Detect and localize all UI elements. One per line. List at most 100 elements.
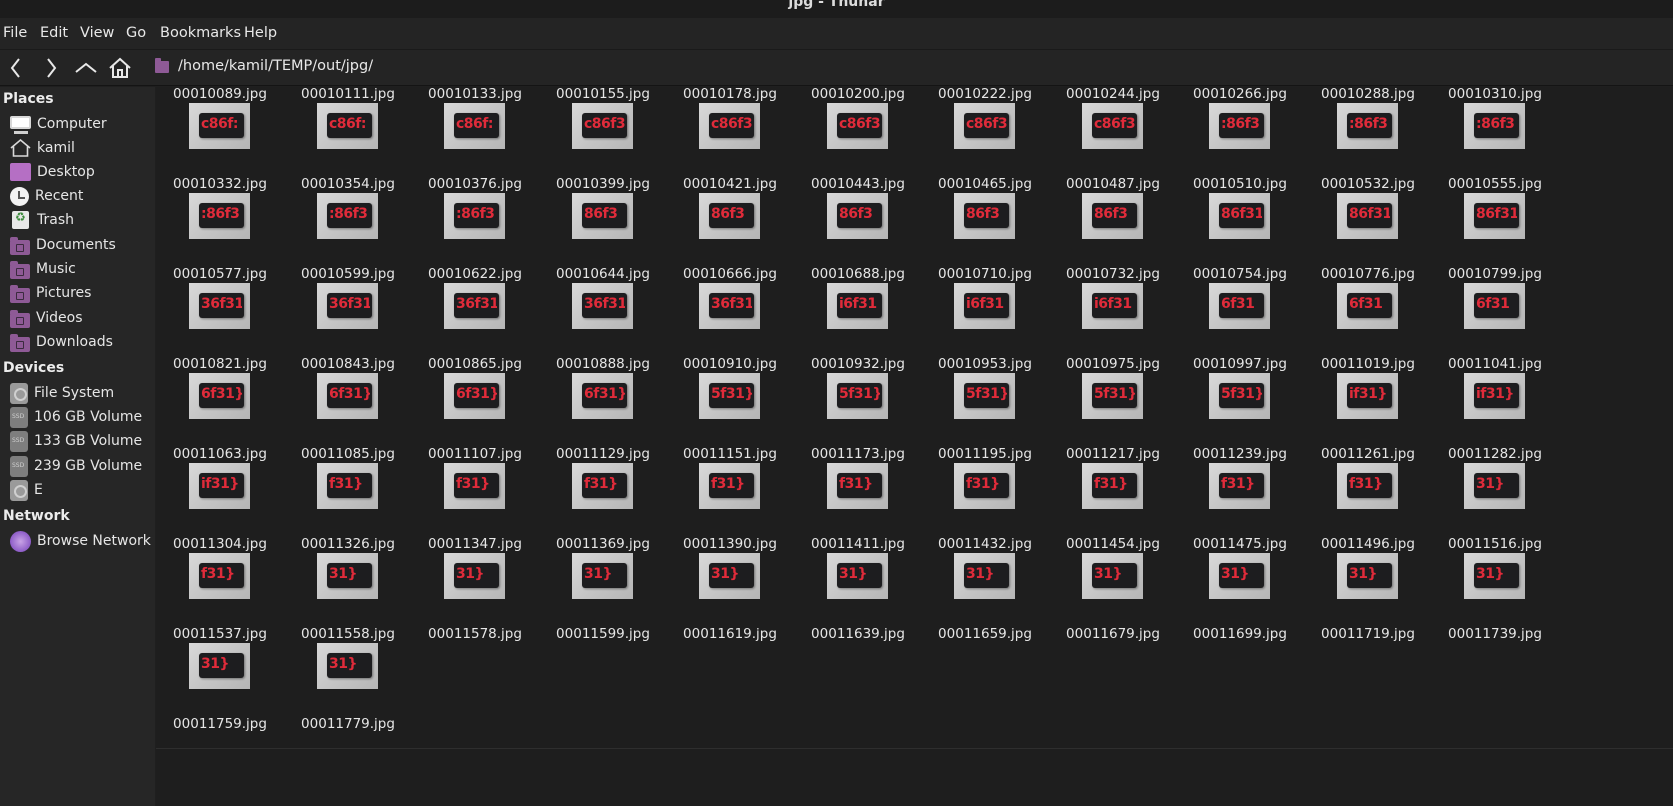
file-item[interactable]: 5f31} 00011239.jpg (1176, 370, 1304, 462)
sidebar-item-videos[interactable]: Videos (10, 307, 150, 329)
file-item[interactable]: 86f31 00010799.jpg (1431, 190, 1559, 282)
file-item[interactable]: 86f31 00010776.jpg (1304, 190, 1432, 282)
file-item[interactable]: if31} 00011261.jpg (1304, 370, 1432, 462)
menu-view[interactable]: View (80, 25, 114, 41)
file-item[interactable]: if31} 00011304.jpg (156, 460, 284, 552)
file-item[interactable]: 31} 00011679.jpg (1049, 550, 1177, 642)
file-item[interactable]: 6f31 00010997.jpg (1176, 280, 1304, 372)
forward-button[interactable] (37, 54, 65, 82)
sidebar-item-documents[interactable]: Documents (10, 234, 150, 256)
file-item[interactable]: f31} 00011496.jpg (1304, 460, 1432, 552)
back-button[interactable] (2, 54, 30, 82)
file-item[interactable]: 86f31 00010754.jpg (1176, 190, 1304, 282)
file-item[interactable]: f31} 00011432.jpg (921, 460, 1049, 552)
sidebar-item-browse-network[interactable]: Browse Network (10, 530, 151, 552)
sidebar-item-file-system[interactable]: File System (10, 382, 150, 404)
file-item[interactable]: 00010089.jpg (156, 87, 284, 102)
file-item[interactable]: 00010155.jpg (539, 87, 667, 102)
file-item[interactable]: 86f3 00010688.jpg (794, 190, 922, 282)
file-item[interactable]: if31} 00011282.jpg (1431, 370, 1559, 462)
file-item[interactable]: c86f3 00010421.jpg (666, 100, 794, 192)
sidebar-item-pictures[interactable]: Pictures (10, 282, 150, 304)
file-item[interactable]: :86f3 00010510.jpg (1176, 100, 1304, 192)
sidebar-item-music[interactable]: Music (10, 258, 150, 280)
file-item[interactable]: f31} 00011390.jpg (666, 460, 794, 552)
file-item[interactable]: :86f3 00010577.jpg (156, 190, 284, 282)
file-item[interactable]: f31} 00011326.jpg (284, 460, 412, 552)
file-item[interactable]: 31} 00011516.jpg (1431, 460, 1559, 552)
file-item[interactable]: i6f31 00010932.jpg (794, 280, 922, 372)
sidebar-item-home[interactable]: kamil (10, 137, 150, 159)
file-item[interactable]: 36f31 00010843.jpg (284, 280, 412, 372)
up-button[interactable] (72, 54, 100, 82)
file-item[interactable]: 5f31} 00011173.jpg (794, 370, 922, 462)
file-item[interactable]: 36f31 00010865.jpg (411, 280, 539, 372)
file-item[interactable]: c86f3 00010399.jpg (539, 100, 667, 192)
file-item[interactable]: 86f3 00010644.jpg (539, 190, 667, 282)
file-item[interactable]: 31} 00011719.jpg (1304, 550, 1432, 642)
file-item[interactable]: 6f31} 00011085.jpg (284, 370, 412, 462)
sidebar-item-downloads[interactable]: Downloads (10, 331, 150, 353)
file-item[interactable]: 86f3 00010732.jpg (1049, 190, 1177, 282)
file-item[interactable]: 31} 00011739.jpg (1431, 550, 1559, 642)
file-item[interactable]: 36f31 00010910.jpg (666, 280, 794, 372)
file-item[interactable]: 00010310.jpg (1431, 87, 1559, 102)
file-item[interactable]: 6f31} 00011129.jpg (539, 370, 667, 462)
menu-go[interactable]: Go (126, 25, 146, 41)
file-item[interactable]: c86f: 00010354.jpg (284, 100, 412, 192)
file-item[interactable]: 00010178.jpg (666, 87, 794, 102)
file-item[interactable]: c86f3 00010443.jpg (794, 100, 922, 192)
file-item[interactable]: 00010133.jpg (411, 87, 539, 102)
file-item[interactable]: 00010266.jpg (1176, 87, 1304, 102)
sidebar-item-106gb-volume[interactable]: 106 GB Volume (10, 406, 150, 428)
file-item[interactable]: 31} 00011578.jpg (411, 550, 539, 642)
file-item[interactable]: 36f31 00010888.jpg (539, 280, 667, 372)
file-item[interactable]: 6f31 00011041.jpg (1431, 280, 1559, 372)
sidebar-item-239gb-volume[interactable]: 239 GB Volume (10, 455, 150, 477)
location-path[interactable]: /home/kamil/TEMP/out/jpg/ (178, 58, 373, 74)
file-item[interactable]: :86f3 00010622.jpg (411, 190, 539, 282)
file-item[interactable]: 36f31 00010821.jpg (156, 280, 284, 372)
file-item[interactable]: 31} 00011619.jpg (666, 550, 794, 642)
menu-bookmarks[interactable]: Bookmarks (160, 25, 241, 41)
file-item[interactable]: 31} 00011779.jpg (284, 640, 412, 732)
file-item[interactable]: :86f3 00010599.jpg (284, 190, 412, 282)
file-view[interactable]: 00010089.jpg 00010111.jpg 00010133.jpg 0001… (156, 87, 1673, 748)
file-item[interactable]: 86f3 00010666.jpg (666, 190, 794, 282)
file-item[interactable]: 31} 00011759.jpg (156, 640, 284, 732)
file-item[interactable]: i6f31 00010975.jpg (1049, 280, 1177, 372)
sidebar-item-computer[interactable]: Computer (10, 113, 150, 135)
file-item[interactable]: :86f3 00010532.jpg (1304, 100, 1432, 192)
file-item[interactable]: f31} 00011411.jpg (794, 460, 922, 552)
file-item[interactable]: i6f31 00010953.jpg (921, 280, 1049, 372)
file-item[interactable]: f31} 00011369.jpg (539, 460, 667, 552)
file-item[interactable]: 31} 00011558.jpg (284, 550, 412, 642)
file-item[interactable]: f31} 00011537.jpg (156, 550, 284, 642)
file-item[interactable]: f31} 00011475.jpg (1176, 460, 1304, 552)
sidebar-item-desktop[interactable]: Desktop (10, 161, 150, 183)
file-item[interactable]: f31} 00011347.jpg (411, 460, 539, 552)
file-item[interactable]: f31} 00011454.jpg (1049, 460, 1177, 552)
menu-file[interactable]: File (3, 25, 27, 41)
sidebar-item-recent[interactable]: Recent (10, 185, 150, 207)
file-item[interactable]: 6f31 00011019.jpg (1304, 280, 1432, 372)
file-item[interactable]: 5f31} 00011217.jpg (1049, 370, 1177, 462)
file-item[interactable]: 5f31} 00011151.jpg (666, 370, 794, 462)
file-item[interactable]: 86f3 00010710.jpg (921, 190, 1049, 282)
file-item[interactable]: 00010222.jpg (921, 87, 1049, 102)
file-item[interactable]: 5f31} 00011195.jpg (921, 370, 1049, 462)
sidebar-item-133gb-volume[interactable]: 133 GB Volume (10, 430, 150, 452)
file-item[interactable]: 00010244.jpg (1049, 87, 1177, 102)
home-button[interactable] (106, 54, 134, 82)
file-item[interactable]: 31} 00011599.jpg (539, 550, 667, 642)
sidebar-item-e[interactable]: E (10, 479, 150, 501)
file-item[interactable]: c86f3 00010465.jpg (921, 100, 1049, 192)
file-item[interactable]: :86f3 00010555.jpg (1431, 100, 1559, 192)
menu-edit[interactable]: Edit (40, 25, 68, 41)
location-bar[interactable]: /home/kamil/TEMP/out/jpg/ (146, 54, 1673, 82)
file-item[interactable]: c86f: 00010376.jpg (411, 100, 539, 192)
file-item[interactable]: 6f31} 00011063.jpg (156, 370, 284, 462)
file-item[interactable]: 00010111.jpg (284, 87, 412, 102)
file-item[interactable]: 31} 00011659.jpg (921, 550, 1049, 642)
file-item[interactable]: 31} 00011699.jpg (1176, 550, 1304, 642)
